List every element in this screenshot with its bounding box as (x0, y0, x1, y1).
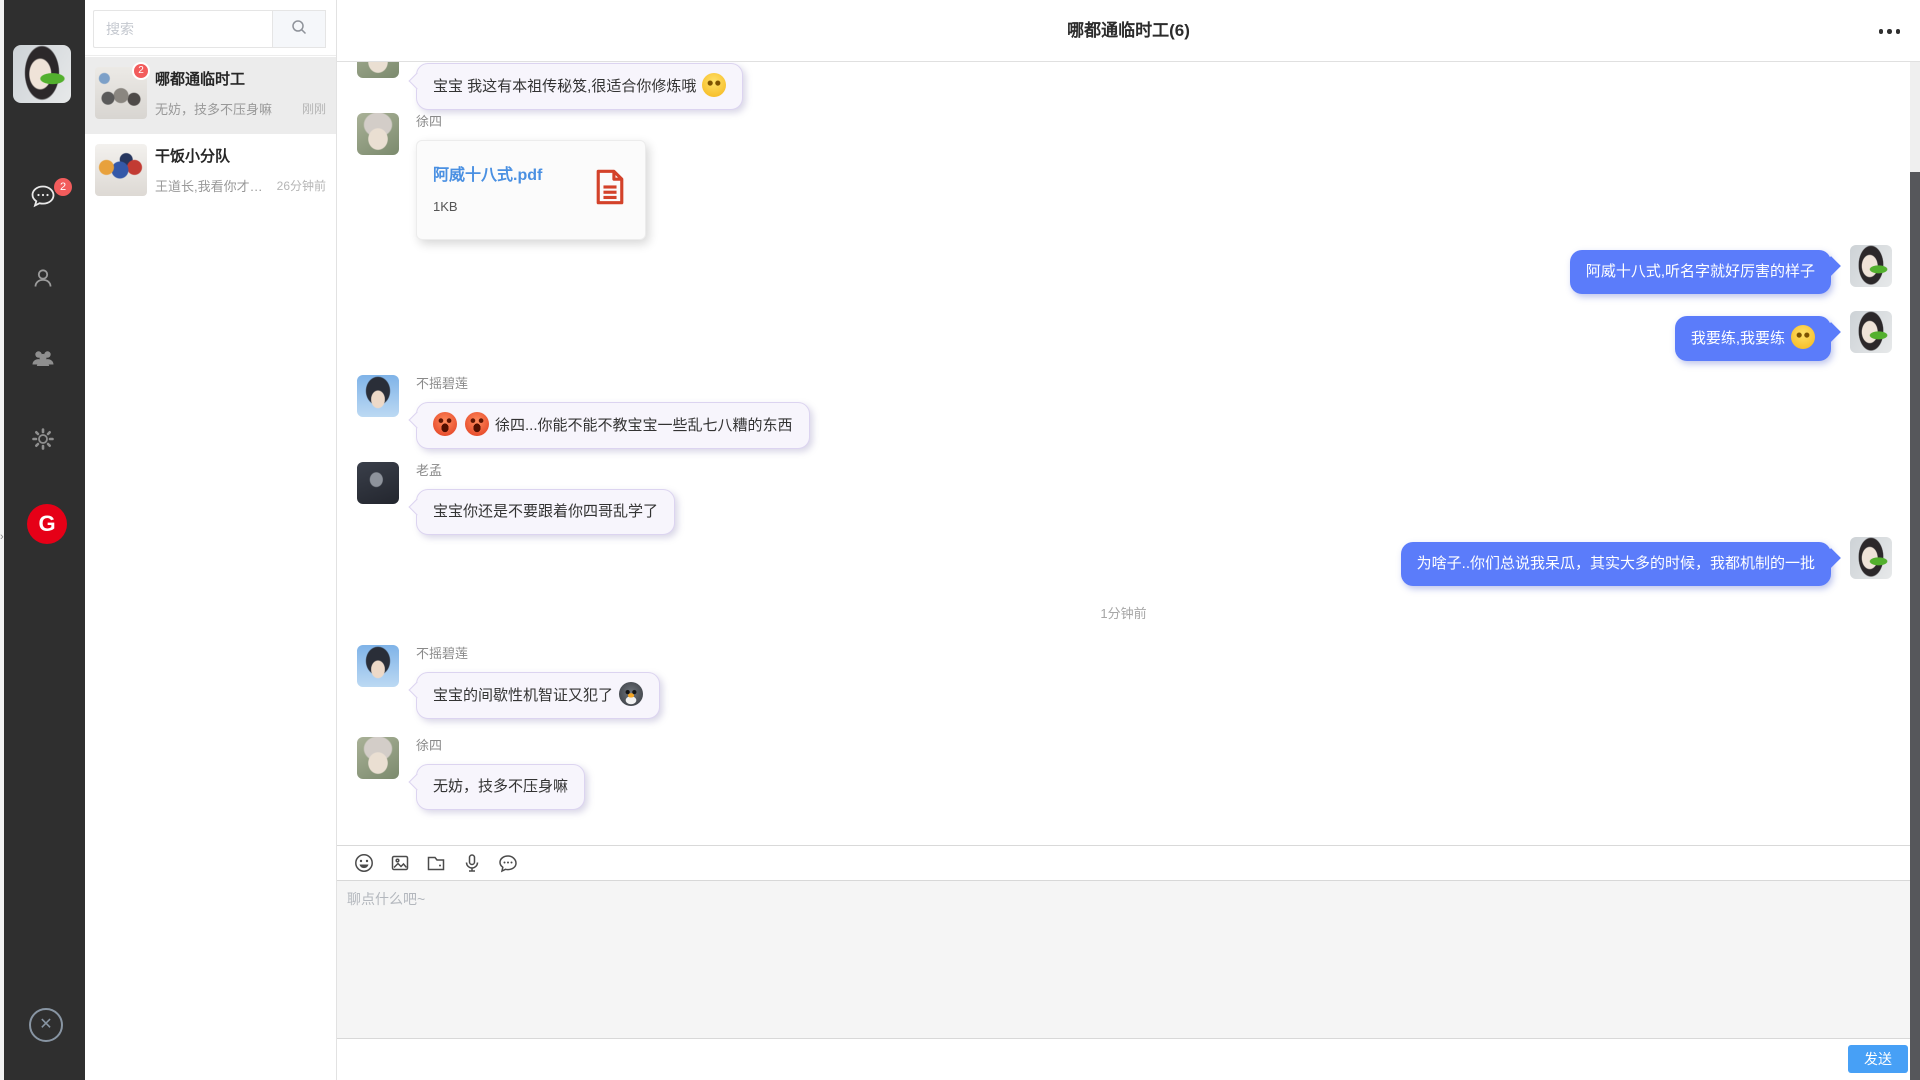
message-text: 我要练,我要练 (1691, 330, 1785, 347)
message-icon[interactable] (497, 852, 519, 874)
message-text: 无妨，技多不压身嘛 (433, 778, 568, 795)
gear-icon (30, 426, 56, 457)
message-list: 宝宝 我这有本祖传秘笈,很适合你修炼哦徐四阿威十八式.pdf1KB阿威十八式,听… (337, 0, 1920, 845)
message-input[interactable] (337, 881, 1920, 1039)
send-button[interactable]: 发送 (1848, 1045, 1908, 1073)
penguin-emoji (619, 682, 643, 706)
hugging-face-emoji (702, 73, 726, 97)
app-logo[interactable]: G (27, 504, 67, 544)
sender-name: 不摇碧莲 (416, 645, 660, 672)
message-left: 老孟宝宝你还是不要跟着你四哥乱学了 (357, 462, 675, 535)
chat-title: 哪都通临时工(6) (337, 0, 1920, 62)
mic-icon[interactable] (461, 852, 483, 874)
conversation-time: 26分钟前 (277, 177, 326, 194)
sender-name: 不摇碧莲 (416, 375, 810, 402)
xusi-avatar[interactable] (357, 113, 399, 155)
conversation-preview: 无妨，技多不压身嘛 (155, 99, 296, 118)
pdf-file-icon (593, 165, 627, 214)
app-rail: 2 (0, 0, 85, 1080)
message-right: 为啥子..你们总说我呆瓜，其实大多的时候，我都机制的一批 (1401, 537, 1892, 586)
message-left: 徐四无妨，技多不压身嘛 (357, 737, 585, 810)
melting-face-emoji (1791, 325, 1815, 349)
scrollbar-thumb[interactable] (1910, 172, 1920, 1080)
baobao-avatar[interactable] (1850, 245, 1892, 287)
sender-name: 老孟 (416, 462, 675, 489)
message-text: 宝宝的间歇性机智证又犯了 (433, 687, 613, 704)
chat-bubble-icon (28, 181, 58, 216)
buyaobilian-avatar[interactable] (357, 645, 399, 687)
xusi-avatar[interactable] (357, 737, 399, 779)
message-text: 徐四...你能不能不教宝宝一些乱七八糟的东西 (495, 417, 793, 434)
message-bubble: 徐四...你能不能不教宝宝一些乱七八糟的东西 (416, 402, 810, 449)
conversation-list-panel: 2 哪都通临时工 无妨，技多不压身嘛 刚刚 干饭小分队 王道长,我看你才… 26… (85, 0, 337, 1080)
message-right: 我要练,我要练 (1675, 311, 1892, 361)
close-icon[interactable]: ✕ (29, 1008, 63, 1042)
message-text: 宝宝你还是不要跟着你四哥乱学了 (433, 503, 658, 520)
buyaobilian-avatar[interactable] (357, 375, 399, 417)
search-button[interactable] (272, 10, 326, 48)
folder-icon[interactable] (425, 852, 447, 874)
angry-face-emoji (465, 412, 489, 436)
sender-name: 徐四 (416, 113, 646, 140)
message-bubble: 宝宝 我这有本祖传秘笈,很适合你修炼哦 (416, 63, 743, 110)
message-right: 阿威十八式,听名字就好厉害的样子 (1570, 245, 1892, 294)
current-user-avatar[interactable] (13, 45, 71, 103)
chat-main: 哪都通临时工(6) 宝宝 我这有本祖传秘笈,很适合你修炼哦徐四阿威十八式.pdf… (337, 0, 1920, 1080)
group-icon (30, 345, 56, 376)
message-left: 不摇碧莲宝宝的间歇性机智证又犯了 (357, 645, 660, 719)
nav-contacts-button[interactable] (0, 258, 85, 302)
message-bubble: 我要练,我要练 (1675, 316, 1831, 361)
message-text: 宝宝 我这有本祖传秘笈,很适合你修炼哦 (433, 78, 696, 95)
emoji-icon[interactable] (353, 852, 375, 874)
unread-badge: 2 (132, 62, 150, 80)
file-message-card[interactable]: 阿威十八式.pdf1KB (416, 140, 646, 240)
search-section (85, 0, 336, 56)
sender-name: 徐四 (416, 737, 585, 764)
collapse-arrow-icon[interactable]: › (0, 531, 4, 543)
conversation-item[interactable]: 2 哪都通临时工 无妨，技多不压身嘛 刚刚 (85, 57, 336, 134)
angry-face-emoji (433, 412, 457, 436)
baobao-avatar[interactable] (1850, 311, 1892, 353)
search-input[interactable] (93, 10, 272, 48)
send-row: 发送 (337, 1039, 1920, 1079)
composer: 发送 (337, 845, 1920, 1080)
message-bubble: 阿威十八式,听名字就好厉害的样子 (1570, 250, 1831, 294)
conversation-time: 刚刚 (302, 100, 326, 117)
nav-settings-button[interactable] (0, 419, 85, 463)
laomeng-avatar[interactable] (357, 462, 399, 504)
unread-badge: 2 (54, 178, 72, 196)
conversation-title: 哪都通临时工 (155, 68, 245, 89)
message-text: 阿威十八式,听名字就好厉害的样子 (1586, 263, 1815, 280)
message-text: 为啥子..你们总说我呆瓜，其实大多的时候，我都机制的一批 (1417, 555, 1815, 572)
conversation-item[interactable]: 干饭小分队 王道长,我看你才… 26分钟前 (85, 134, 336, 211)
message-bubble: 宝宝的间歇性机智证又犯了 (416, 672, 660, 719)
conversation-avatar (95, 144, 147, 196)
baobao-avatar[interactable] (1850, 537, 1892, 579)
chat-header: 哪都通临时工(6) (337, 0, 1920, 62)
message-left: 徐四阿威十八式.pdf1KB (357, 113, 646, 240)
nav-groups-button[interactable] (0, 338, 85, 382)
message-bubble: 无妨，技多不压身嘛 (416, 764, 585, 810)
nav-chats-button[interactable] (0, 176, 85, 220)
message-left: 不摇碧莲徐四...你能不能不教宝宝一些乱七八糟的东西 (357, 375, 810, 449)
message-bubble: 宝宝你还是不要跟着你四哥乱学了 (416, 489, 675, 535)
composer-toolbar (337, 846, 1920, 881)
search-icon (290, 18, 308, 41)
person-icon (30, 265, 56, 296)
chat-scrollbar[interactable] (1910, 62, 1920, 1080)
message-bubble: 为啥子..你们总说我呆瓜，其实大多的时候，我都机制的一批 (1401, 542, 1831, 586)
image-icon[interactable] (389, 852, 411, 874)
more-options-icon[interactable] (1879, 29, 1901, 34)
conversation-title: 干饭小分队 (155, 145, 230, 166)
time-divider: 1分钟前 (337, 603, 1910, 622)
conversation-preview: 王道长,我看你才… (155, 176, 271, 195)
